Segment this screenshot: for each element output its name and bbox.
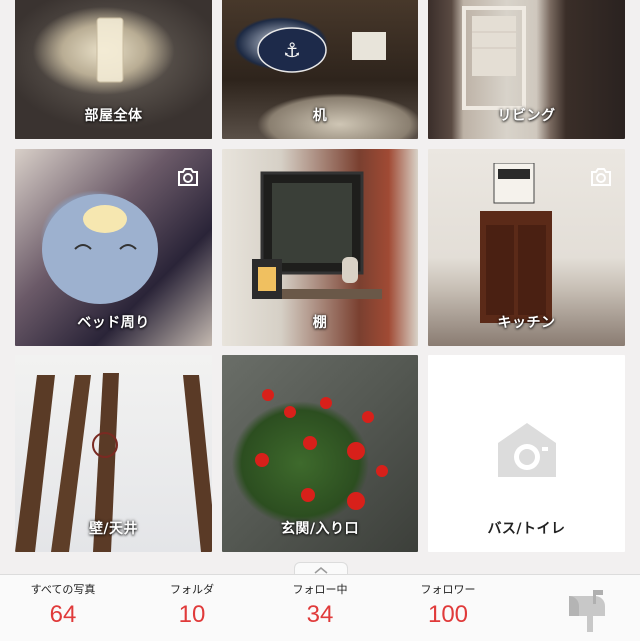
folder-tile-entrance[interactable]: 玄関/入り口: [222, 355, 418, 552]
door-graphic: [462, 6, 526, 110]
folder-tile-bath-toilet[interactable]: バス/トイレ: [428, 355, 625, 552]
folder-label: ベッド周り: [77, 315, 150, 331]
folder-label: 棚: [312, 315, 328, 331]
chevron-up-icon: [314, 567, 328, 574]
folder-tile-whole-room[interactable]: 部屋全体: [15, 0, 212, 139]
svg-text:⚓: ⚓: [283, 38, 301, 62]
folder-label: 部屋全体: [84, 108, 143, 124]
folder-tile-bed[interactable]: ベッド周り: [15, 149, 212, 346]
home-camera-icon: [497, 422, 556, 477]
stat-label: フォロー中: [292, 583, 348, 596]
folder-tile-kitchen[interactable]: キッチン: [428, 149, 625, 346]
stat-label: すべての写真: [30, 583, 96, 596]
penguin-graphic: [42, 194, 158, 304]
folder-label: 机: [312, 108, 328, 124]
folder-tile-wall-ceiling[interactable]: 壁/天井: [15, 355, 212, 552]
stat-following[interactable]: フォロー中 34: [265, 581, 375, 629]
folder-tile-desk[interactable]: ⚓ 机: [222, 0, 418, 139]
folder-label: 玄関/入り口: [280, 521, 360, 537]
folder-grid: 部屋全体 ⚓ 机 リビング ベッド周り 棚 キッチン 壁/天井 玄関/入り口 バ…: [0, 0, 640, 560]
folder-tile-living[interactable]: リビング: [428, 0, 625, 139]
folder-label: バス/トイレ: [487, 521, 566, 537]
stat-value: 34: [306, 601, 334, 628]
stat-all-photos[interactable]: すべての写真 64: [8, 581, 118, 629]
stat-value: 64: [49, 601, 77, 628]
anchor-mat-graphic: ⚓: [257, 27, 386, 73]
folder-label: 壁/天井: [88, 521, 139, 537]
camera-icon: [591, 168, 611, 186]
lamp-graphic: [96, 17, 124, 83]
camera-icon: [178, 168, 198, 186]
stat-label: フォロワー: [420, 583, 476, 596]
mailbox-icon[interactable]: [563, 586, 609, 632]
stat-value: 10: [178, 601, 206, 628]
stat-value: 100: [427, 601, 469, 628]
folder-label: リビング: [497, 108, 556, 124]
stat-followers[interactable]: フォロワー 100: [393, 581, 503, 629]
stat-label: フォルダ: [170, 583, 214, 596]
folder-label: キッチン: [497, 315, 556, 331]
stat-folders[interactable]: フォルダ 10: [137, 581, 247, 629]
folder-tile-shelf[interactable]: 棚: [222, 149, 418, 346]
